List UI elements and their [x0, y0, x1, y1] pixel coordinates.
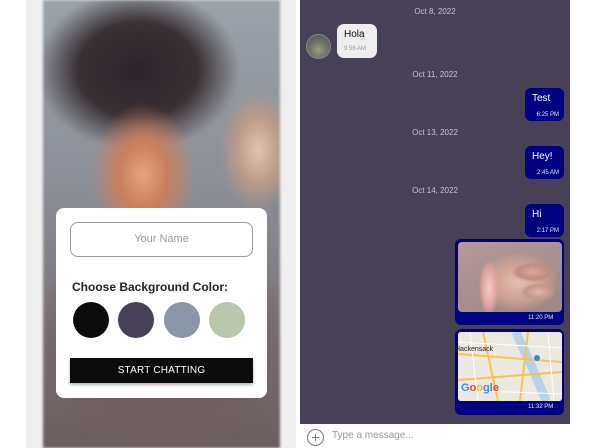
avatar	[306, 34, 331, 59]
message-incoming: Hola 9:56 AM	[337, 24, 377, 58]
background-color-label: Choose Background Color:	[72, 280, 229, 294]
message-outgoing: Hi 2:17 PM	[525, 204, 564, 237]
message-time: 11:32 PM	[528, 404, 554, 410]
message-text: Hi	[532, 209, 542, 220]
message-outgoing: Hey! 2:45 AM	[525, 146, 564, 179]
message-time: 6:25 PM	[536, 112, 559, 118]
date-separator: Oct 11, 2022	[412, 70, 458, 79]
date-separator: Oct 14, 2022	[412, 186, 458, 195]
map-place-label: Hackensack	[455, 346, 494, 353]
message-text: Hola	[344, 29, 365, 40]
message-time: 2:45 AM	[536, 170, 559, 176]
message-time: 2:17 PM	[536, 228, 559, 234]
message-outgoing: Test 6:25 PM	[525, 88, 564, 121]
message-time: 11:20 PM	[528, 315, 554, 321]
date-separator: Oct 8, 2022	[414, 7, 456, 16]
message-time: 9:56 AM	[344, 46, 367, 52]
nails-photo[interactable]	[458, 242, 562, 312]
color-swatch-black[interactable]	[73, 302, 109, 338]
color-swatch-blue-gray[interactable]	[164, 302, 200, 338]
add-attachment-icon[interactable]	[307, 429, 324, 446]
date-separator: Oct 13, 2022	[412, 128, 458, 137]
name-input[interactable]: Your Name	[70, 222, 253, 257]
start-chatting-button[interactable]: START CHATTING	[70, 358, 253, 383]
message-input[interactable]: Type a message...	[332, 430, 414, 441]
color-swatch-purple[interactable]	[118, 302, 154, 338]
message-text: Hey!	[532, 151, 553, 162]
message-text: Test	[532, 93, 551, 104]
color-swatch-sage[interactable]	[209, 302, 245, 338]
map-brand-logo: Google	[461, 382, 499, 394]
